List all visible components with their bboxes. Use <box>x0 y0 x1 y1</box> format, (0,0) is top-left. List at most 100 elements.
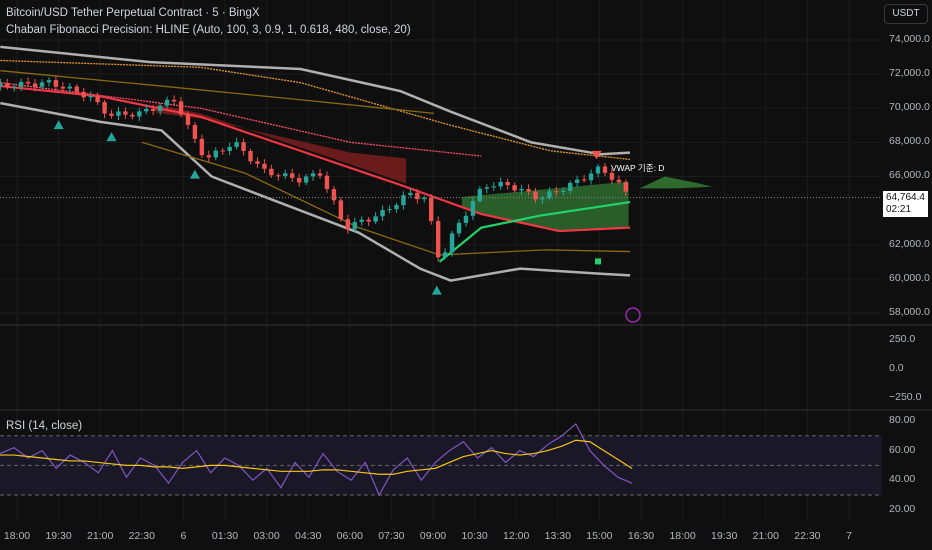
time-axis-label: 16:30 <box>627 530 655 542</box>
time-axis-label: 03:00 <box>253 530 280 542</box>
time-axis-label: 12:00 <box>503 530 530 542</box>
candle <box>95 96 100 103</box>
price-axis-label: 60,000.0 <box>889 271 930 284</box>
candle <box>220 150 225 152</box>
candle <box>387 209 392 211</box>
candle <box>151 108 156 111</box>
candle <box>588 173 594 181</box>
candle <box>137 111 142 117</box>
last-price: 64,764.4 <box>886 192 925 203</box>
candle <box>595 166 601 174</box>
candle <box>408 192 413 196</box>
candle <box>470 201 476 216</box>
candle <box>171 99 177 102</box>
price-chart[interactable] <box>0 0 932 550</box>
candle <box>74 86 79 92</box>
candle <box>53 80 59 87</box>
price-axis-label: 58,000.0 <box>889 305 930 318</box>
candle <box>554 191 559 193</box>
candle <box>234 142 239 147</box>
vwap-label: VWAP 기준: D <box>611 163 665 173</box>
candle <box>227 146 232 151</box>
candle <box>498 182 503 187</box>
time-axis-label: 18:00 <box>3 530 31 542</box>
candle <box>32 83 38 87</box>
time-axis-label: 18:00 <box>669 530 696 542</box>
time-axis-label: 13:30 <box>544 530 571 542</box>
candle <box>317 173 323 176</box>
currency-button[interactable]: USDT <box>884 4 928 24</box>
candle <box>519 188 524 191</box>
time-axis-label: 19:30 <box>711 530 738 542</box>
rsi-axis-label: 80.00 <box>889 414 916 426</box>
candle <box>491 186 496 188</box>
candle <box>255 161 260 164</box>
oscillator-axis-label: 250.0 <box>889 333 916 345</box>
time-axis-label: 22:30 <box>794 530 821 542</box>
time-axis-label: 07:30 <box>378 530 405 542</box>
candle <box>67 86 73 89</box>
oscillator-axis-label: −250.0 <box>889 391 922 403</box>
price-axis-label: 68,000.0 <box>889 135 930 148</box>
time-axis-label: 6 <box>180 530 187 542</box>
time-axis-label: 04:30 <box>295 530 322 542</box>
candle <box>102 102 107 114</box>
candle <box>206 155 212 158</box>
candle <box>213 150 218 158</box>
candle <box>130 114 135 117</box>
bar-countdown: 02:21 <box>886 204 912 215</box>
candle <box>116 111 121 116</box>
time-axis-label: 22:30 <box>128 530 155 542</box>
rsi-axis-label: 20.00 <box>889 502 916 515</box>
symbol-title: Bitcoin/USD Tether Perpetual Contract · … <box>6 7 260 19</box>
candle <box>164 99 170 106</box>
alert-icon <box>625 307 641 323</box>
candle <box>185 114 191 125</box>
candle <box>477 188 483 202</box>
candle <box>60 86 66 89</box>
candle <box>248 150 253 162</box>
rsi-axis-label: 40.00 <box>889 473 916 486</box>
candle <box>352 221 357 230</box>
candle <box>276 175 281 177</box>
candle <box>394 205 399 210</box>
candle <box>18 81 24 88</box>
time-axis-label: 01:30 <box>211 530 239 542</box>
candle <box>623 182 629 192</box>
candle <box>442 252 448 258</box>
time-axis-label: 19:30 <box>45 530 72 542</box>
candle <box>415 192 420 200</box>
buy-signal-icon <box>53 120 64 130</box>
candle <box>568 182 573 191</box>
candle <box>449 233 455 253</box>
candle <box>540 198 545 200</box>
candle <box>366 219 371 222</box>
candle <box>345 219 351 230</box>
candle <box>241 142 246 151</box>
candle <box>324 175 330 190</box>
candle <box>359 219 364 222</box>
candle <box>303 176 309 183</box>
time-axis-label: 10:30 <box>461 530 488 542</box>
candle <box>512 185 517 191</box>
forecast-cloud <box>639 176 712 189</box>
buy-signal-icon <box>189 169 200 179</box>
time-axis-label: 15:00 <box>586 530 613 542</box>
time-axis-label: 21:00 <box>752 530 779 542</box>
indicator-legend[interactable]: Chaban Fibonacci Precision: HLINE (Auto,… <box>6 24 411 36</box>
rsi-legend[interactable]: RSI (14, close) <box>6 420 82 432</box>
price-axis-label: 66,000.0 <box>889 169 930 182</box>
candle <box>574 179 580 183</box>
candle <box>178 101 184 115</box>
candle <box>463 215 469 223</box>
candle <box>435 221 441 258</box>
candle <box>283 173 288 177</box>
candle <box>296 177 302 183</box>
candle <box>25 81 31 84</box>
candle <box>616 179 622 183</box>
price-axis-label: 72,000.0 <box>889 67 930 80</box>
rsi-axis-label: 60.00 <box>889 443 916 456</box>
candle <box>46 80 52 83</box>
buy-signal-icon <box>106 132 117 142</box>
candle <box>39 82 45 87</box>
